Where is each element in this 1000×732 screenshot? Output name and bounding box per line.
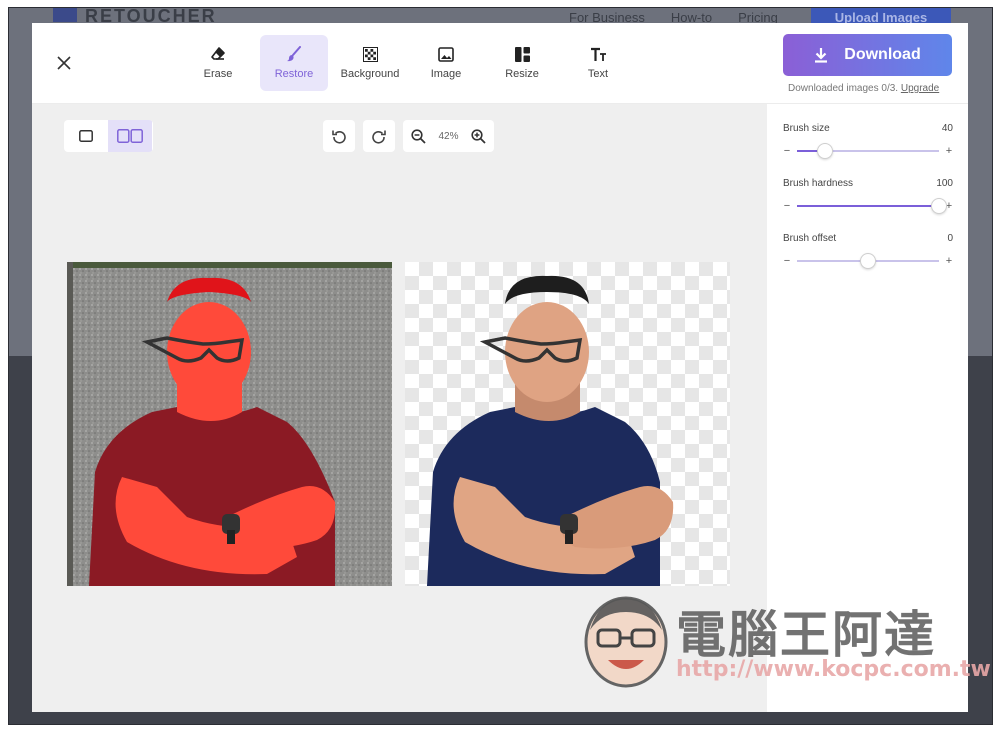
tool-erase[interactable]: Erase	[184, 35, 252, 91]
brush-hardness-decrease[interactable]: −	[783, 200, 791, 212]
site-watermark: 電腦王阿達 http://www.kocpc.com.tw	[580, 585, 991, 695]
text-icon	[589, 45, 607, 63]
brush-size-slider[interactable]: − +	[783, 143, 953, 159]
tool-resize[interactable]: Resize	[488, 35, 556, 91]
brush-offset-slider[interactable]: − +	[783, 253, 953, 269]
brush-offset-thumb[interactable]	[860, 253, 876, 269]
mascot-logo	[584, 596, 668, 688]
tool-erase-label: Erase	[203, 68, 233, 80]
watermark-url: http://www.kocpc.com.tw	[676, 657, 991, 682]
tool-background[interactable]: Background	[336, 35, 404, 91]
download-icon	[814, 47, 828, 63]
brush-offset-setting: Brush offset 0 − +	[783, 233, 953, 269]
close-button[interactable]	[52, 51, 76, 75]
tool-restore-label: Restore	[274, 68, 314, 80]
brush-hardness-label: Brush hardness	[783, 178, 854, 189]
view-mode-toggle	[64, 120, 153, 152]
eraser-icon	[209, 45, 227, 63]
download-button[interactable]: Download	[783, 34, 952, 76]
site-logo-text: RETOUCHER	[85, 8, 217, 24]
tool-text[interactable]: Text	[564, 35, 632, 91]
brush-size-thumb[interactable]	[817, 143, 834, 159]
zoom-control: 42%	[403, 120, 494, 152]
download-quota-text: Downloaded images 0/3.	[788, 83, 899, 94]
brush-offset-increase[interactable]: +	[945, 255, 953, 267]
brush-hardness-setting: Brush hardness 100 − +	[783, 178, 953, 214]
zoom-in-icon	[471, 128, 486, 144]
brush-size-track[interactable]	[797, 143, 939, 159]
tool-image-label: Image	[430, 68, 462, 80]
original-image-preview[interactable]	[67, 262, 392, 586]
site-logo[interactable]: RETOUCHER	[53, 8, 217, 24]
layout-icon	[513, 45, 531, 63]
checkerboard-icon	[361, 45, 379, 63]
site-upload-button[interactable]: Upload Images	[811, 8, 951, 24]
download-quota: Downloaded images 0/3. Upgrade	[788, 83, 939, 94]
brush-size-decrease[interactable]: −	[783, 145, 791, 157]
brush-icon	[285, 45, 303, 63]
zoom-out-icon	[411, 128, 426, 144]
brush-offset-track[interactable]	[797, 253, 939, 269]
tool-restore[interactable]: Restore	[260, 35, 328, 91]
close-icon	[57, 56, 71, 70]
zoom-in-button[interactable]	[471, 128, 486, 144]
tool-background-label: Background	[340, 68, 400, 80]
single-view-icon	[79, 130, 93, 142]
redo-button[interactable]	[363, 120, 395, 152]
image-icon	[437, 45, 455, 63]
zoom-out-button[interactable]	[411, 128, 426, 144]
brush-offset-value: 0	[947, 233, 953, 244]
brush-hardness-slider[interactable]: − +	[783, 198, 953, 214]
brush-size-setting: Brush size 40 − +	[783, 123, 953, 159]
tool-text-label: Text	[587, 68, 609, 80]
tool-resize-label: Resize	[505, 68, 539, 80]
brush-hardness-thumb[interactable]	[931, 198, 947, 214]
tool-list: Erase Restore Background Image Resize Te…	[184, 35, 640, 91]
undo-button[interactable]	[323, 120, 355, 152]
split-view-icon	[117, 129, 143, 143]
brush-size-label: Brush size	[783, 123, 830, 134]
brush-offset-decrease[interactable]: −	[783, 255, 791, 267]
upgrade-link[interactable]: Upgrade	[901, 83, 939, 94]
redo-icon	[372, 130, 386, 144]
site-logo-mark	[53, 8, 77, 22]
brush-size-value: 40	[941, 123, 953, 134]
single-view-button[interactable]	[64, 120, 108, 152]
brush-size-increase[interactable]: +	[945, 145, 953, 157]
split-view-button[interactable]	[108, 120, 152, 152]
brush-offset-label: Brush offset	[783, 233, 837, 244]
download-label: Download	[844, 46, 921, 63]
undo-icon	[332, 130, 346, 144]
brush-hardness-value: 100	[936, 178, 953, 189]
result-image-preview[interactable]	[405, 262, 730, 586]
editor-toolbar: Erase Restore Background Image Resize Te…	[32, 23, 968, 104]
tool-image[interactable]: Image	[412, 35, 480, 91]
brush-hardness-track[interactable]	[797, 198, 947, 214]
brush-hardness-fill	[797, 205, 939, 207]
zoom-level: 42%	[438, 130, 459, 142]
